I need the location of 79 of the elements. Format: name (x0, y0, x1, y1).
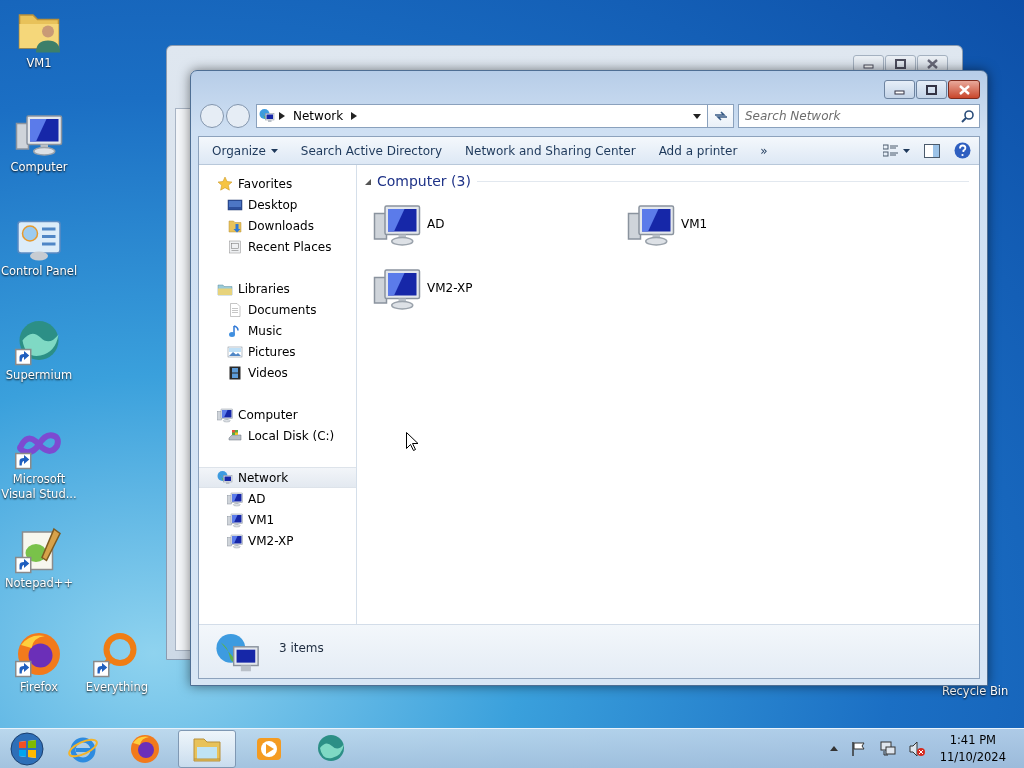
computer-icon (227, 490, 243, 507)
nav-item[interactable]: Favorites (199, 173, 356, 194)
network-host-item[interactable]: VM1 (619, 198, 819, 250)
help-button[interactable] (952, 140, 973, 161)
pictures-icon (227, 343, 243, 360)
caret-icon (903, 148, 910, 153)
nav-item[interactable]: Local Disk (C:) (199, 425, 356, 446)
nav-item[interactable]: Downloads (199, 215, 356, 236)
nav-item[interactable]: VM2-XP (199, 530, 356, 551)
nav-item[interactable]: Pictures (199, 341, 356, 362)
triangle-icon (365, 178, 371, 185)
view-list-icon (883, 143, 899, 158)
network-host-item[interactable]: AD (365, 198, 565, 250)
clock[interactable]: 1:41 PM 11/10/2024 (935, 732, 1010, 765)
network-monitor-icon (879, 740, 896, 757)
refresh-button[interactable] (708, 104, 734, 128)
taskbar-app-button[interactable] (178, 729, 236, 768)
recent-places-icon (227, 238, 243, 255)
toolbar-button[interactable]: » (753, 138, 775, 163)
address-bar[interactable]: Network (256, 104, 708, 128)
nav-item[interactable]: Desktop (199, 194, 356, 215)
collapse-toggle[interactable] (365, 178, 371, 185)
search-icon (961, 110, 974, 123)
nav-item[interactable]: Computer (199, 404, 356, 425)
nav-item[interactable]: Music (199, 320, 356, 341)
nav-item[interactable]: AD (199, 488, 356, 509)
nav-item[interactable]: Libraries (199, 278, 356, 299)
toolbar-button[interactable]: Network and Sharing Center (458, 138, 643, 163)
computer-icon (217, 406, 233, 423)
start-orb-icon (10, 731, 44, 766)
network-globe-icon (217, 469, 233, 486)
desktop-shortcut[interactable]: Computer (0, 110, 78, 175)
breadcrumb[interactable]: Network (289, 107, 348, 125)
mouse-pointer-icon (406, 432, 418, 451)
group-heading: Computer (3) (377, 172, 471, 191)
up-triangle-icon (829, 746, 838, 751)
maximize-button[interactable] (916, 80, 947, 99)
downloads-folder-icon (227, 217, 243, 234)
desktop-label: Recycle Bin (942, 683, 1009, 700)
document-icon (227, 301, 243, 318)
help-icon (954, 142, 971, 159)
view-options-button[interactable] (881, 141, 912, 160)
nav-item[interactable]: Network (199, 467, 356, 488)
network-monitor-button[interactable] (877, 738, 898, 759)
chevron-icon (279, 112, 285, 120)
close-icon (958, 84, 970, 95)
caret-icon (693, 113, 701, 119)
close-button[interactable] (948, 80, 980, 99)
toolbar-button[interactable]: Search Active Directory (293, 138, 450, 163)
network-host-item[interactable]: VM2-XP (365, 262, 565, 314)
search-field[interactable]: Search Network (738, 104, 980, 128)
pane-icon (924, 143, 940, 158)
desktop-shortcut[interactable]: VM1 (0, 6, 78, 71)
volume-muted-icon (908, 740, 925, 757)
nav-item[interactable]: Documents (199, 299, 356, 320)
computer-icon (227, 511, 243, 528)
network-globe-icon (259, 108, 275, 124)
refresh-icon (713, 110, 728, 122)
preview-pane-button[interactable] (922, 141, 942, 160)
nav-item[interactable]: Recent Places (199, 236, 356, 257)
chevron-icon (351, 112, 358, 120)
toolbar-button[interactable]: Add a printer (651, 138, 745, 163)
computer-icon (227, 532, 243, 549)
maximize-icon (895, 58, 906, 69)
desktop-shortcut[interactable]: Control Panel (0, 214, 78, 279)
caret-icon (270, 148, 278, 153)
maximize-icon (926, 84, 937, 95)
star-icon (217, 175, 233, 192)
item-count: 3 items (279, 640, 324, 657)
show-hidden-icons-button[interactable] (827, 744, 840, 753)
nav-item[interactable]: Videos (199, 362, 356, 383)
monitor-icon (227, 196, 243, 213)
film-icon (227, 364, 243, 381)
close-icon (927, 58, 938, 69)
browser-logo-icon (129, 732, 161, 765)
nav-item[interactable]: VM1 (199, 509, 356, 530)
toolbar-button[interactable]: Organize (205, 138, 285, 163)
flag-icon (850, 740, 867, 757)
drive-icon (227, 427, 243, 444)
